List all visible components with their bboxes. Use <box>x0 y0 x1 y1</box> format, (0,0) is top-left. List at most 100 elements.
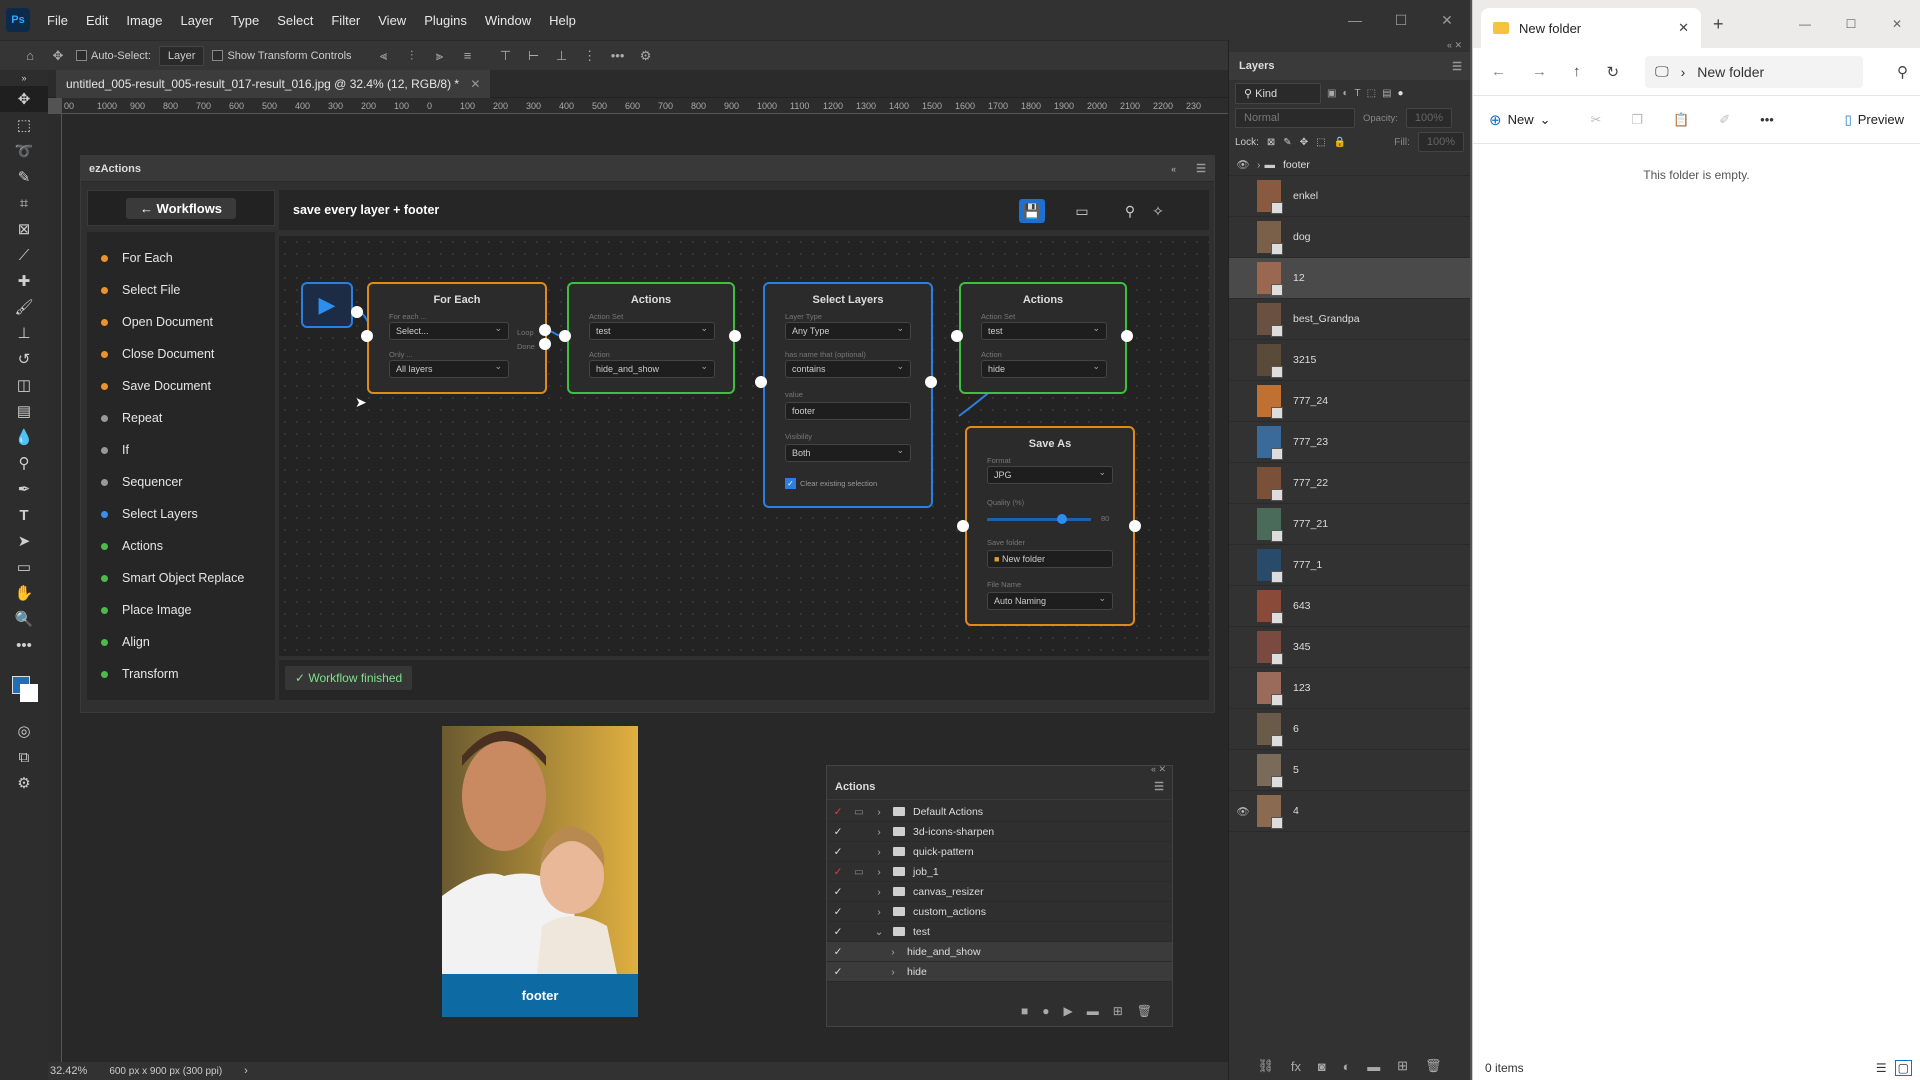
frame-tool-icon[interactable]: ⊠ <box>0 216 48 242</box>
toggle-check-icon[interactable]: ✓ <box>827 866 849 878</box>
preview-button[interactable]: ▯ Preview <box>1845 112 1904 128</box>
maximize-icon[interactable]: ☐ <box>1828 17 1874 31</box>
layers-menu-icon[interactable]: ☰ <box>1452 60 1462 73</box>
port[interactable] <box>539 324 551 336</box>
toggle-check-icon[interactable]: ✓ <box>827 926 849 938</box>
port[interactable] <box>755 376 767 388</box>
rectangle-tool-icon[interactable]: ▭ <box>0 554 48 580</box>
clear-selection-checkbox[interactable]: ✓ Clear existing selection <box>785 478 877 489</box>
chevron-right-icon[interactable]: › <box>869 886 889 898</box>
hand-tool-icon[interactable]: ✋ <box>0 580 48 606</box>
port[interactable] <box>951 330 963 342</box>
delete-layer-icon[interactable]: 🗑 <box>1425 1058 1442 1074</box>
copy-icon[interactable]: ❐ <box>1631 112 1643 128</box>
panel-close-icon[interactable]: « ✕ <box>1151 764 1166 775</box>
zoom-tool-icon[interactable]: 🔍 <box>0 606 48 632</box>
rename-icon[interactable]: ✐ <box>1719 112 1730 128</box>
mask-icon[interactable]: ◙ <box>1318 1059 1326 1074</box>
workflows-button[interactable]: ← Workflows <box>125 197 237 219</box>
opacity-input[interactable]: 100% <box>1405 108 1452 128</box>
stamp-tool-icon[interactable]: ⊥ <box>0 320 48 346</box>
node-type-item[interactable]: Select File <box>87 274 275 306</box>
layer-row[interactable]: dog <box>1229 217 1470 258</box>
paste-icon[interactable]: 📋 <box>1673 112 1689 128</box>
quality-slider[interactable] <box>987 514 1091 524</box>
maximize-icon[interactable]: ☐ <box>1378 0 1424 40</box>
action-set[interactable]: ✓ › quick-pattern <box>827 842 1172 862</box>
port[interactable] <box>729 330 741 342</box>
align-bottom-icon[interactable]: ⊥ <box>552 48 572 64</box>
lock-pixels-icon[interactable]: ⊠ <box>1267 137 1275 148</box>
node-type-item[interactable]: Actions <box>87 530 275 562</box>
move-tool-icon[interactable]: ✥ <box>0 86 48 112</box>
for-each-node[interactable]: For Each For each ... Select... Loop Don… <box>367 282 547 394</box>
filter-shape-icon[interactable]: ⬚ <box>1367 88 1376 99</box>
toggle-check-icon[interactable]: ✓ <box>827 966 849 978</box>
layer-row[interactable]: 777_21 <box>1229 504 1470 545</box>
name-filter-select[interactable]: contains <box>785 360 911 378</box>
align-left-icon[interactable]: ⫷ <box>374 48 394 64</box>
extras-icon[interactable]: ⚙ <box>0 770 48 796</box>
menu-select[interactable]: Select <box>268 13 322 28</box>
layers-collapse-icon[interactable]: « ✕ <box>1229 40 1470 52</box>
color-swatches[interactable] <box>0 658 48 718</box>
node-type-item[interactable]: Sequencer <box>87 466 275 498</box>
chevron-right-icon[interactable]: › <box>869 806 889 818</box>
value-input[interactable]: footer <box>785 402 911 420</box>
menu-plugins[interactable]: Plugins <box>415 13 476 28</box>
dialog-toggle-icon[interactable]: ▭ <box>849 806 869 818</box>
link-icon[interactable]: ⛓ <box>1257 1058 1274 1074</box>
action-set-select-2[interactable]: test <box>981 322 1107 340</box>
close-tab-icon[interactable]: ✕ <box>470 77 480 91</box>
eyedropper-tool-icon[interactable]: ⟋ <box>0 242 48 268</box>
toggle-check-icon[interactable]: ✓ <box>827 906 849 918</box>
eye-icon[interactable]: 👁 <box>1229 805 1257 818</box>
layer-row[interactable]: 123 <box>1229 668 1470 709</box>
node-type-item[interactable]: Save Document <box>87 370 275 402</box>
toggle-check-icon[interactable]: ✓ <box>827 846 849 858</box>
pen-tool-icon[interactable]: ✒ <box>0 476 48 502</box>
lasso-tool-icon[interactable]: ➰ <box>0 138 48 164</box>
menu-window[interactable]: Window <box>476 13 540 28</box>
home-icon[interactable]: ⌂ <box>20 48 40 63</box>
collapse-icon[interactable]: » <box>0 70 48 86</box>
action-select[interactable]: hide_and_show <box>589 360 715 378</box>
node-type-item[interactable]: Transform <box>87 658 275 690</box>
fill-input[interactable]: 100% <box>1417 132 1464 152</box>
port[interactable] <box>1129 520 1141 532</box>
lock-artboard-icon[interactable]: ⬚ <box>1316 137 1325 148</box>
fx-icon[interactable]: fx <box>1291 1059 1301 1074</box>
node-type-item[interactable]: For Each <box>87 242 275 274</box>
new-layer-icon[interactable]: ⊞ <box>1397 1058 1408 1074</box>
save-icon[interactable]: 💾 <box>1019 199 1045 223</box>
explorer-tab[interactable]: New folder ✕ <box>1481 8 1701 48</box>
layer-row[interactable]: 👁 4 <box>1229 791 1470 832</box>
play-icon[interactable]: ▶ <box>1063 1004 1072 1018</box>
layer-row[interactable]: best_Grandpa <box>1229 299 1470 340</box>
layer-row[interactable]: 12 <box>1229 258 1470 299</box>
move-icon[interactable]: ✥ <box>48 48 68 64</box>
lock-position-icon[interactable]: ✥ <box>1300 137 1308 148</box>
layer-row[interactable]: 777_23 <box>1229 422 1470 463</box>
minimize-icon[interactable]: — <box>1782 17 1828 31</box>
delete-icon[interactable]: 🗑 <box>1137 1004 1152 1018</box>
healing-tool-icon[interactable]: ✚ <box>0 268 48 294</box>
menu-type[interactable]: Type <box>222 13 268 28</box>
layer-row[interactable]: 5 <box>1229 750 1470 791</box>
cut-icon[interactable]: ✂ <box>1591 112 1602 128</box>
chevron-down-icon[interactable]: ⌄ <box>869 926 889 938</box>
visibility-select[interactable]: Both <box>785 444 911 462</box>
more-tools-icon[interactable]: ••• <box>0 632 48 658</box>
quick-select-tool-icon[interactable]: ✎ <box>0 164 48 190</box>
gradient-tool-icon[interactable]: ▤ <box>0 398 48 424</box>
chevron-right-icon[interactable]: › <box>869 906 889 918</box>
broom-icon[interactable]: ✧ <box>1145 199 1171 223</box>
marquee-tool-icon[interactable]: ⬚ <box>0 112 48 138</box>
chevron-right-icon[interactable]: › <box>883 966 903 978</box>
adjustment-icon[interactable]: ◐ <box>1343 1059 1351 1074</box>
toggle-check-icon[interactable]: ✓ <box>827 946 849 958</box>
start-node[interactable]: ▶ <box>301 282 353 328</box>
filter-smart-icon[interactable]: ▤ <box>1382 88 1391 99</box>
action-set[interactable]: ✓ ▭ › Default Actions <box>827 802 1172 822</box>
menu-edit[interactable]: Edit <box>77 13 117 28</box>
